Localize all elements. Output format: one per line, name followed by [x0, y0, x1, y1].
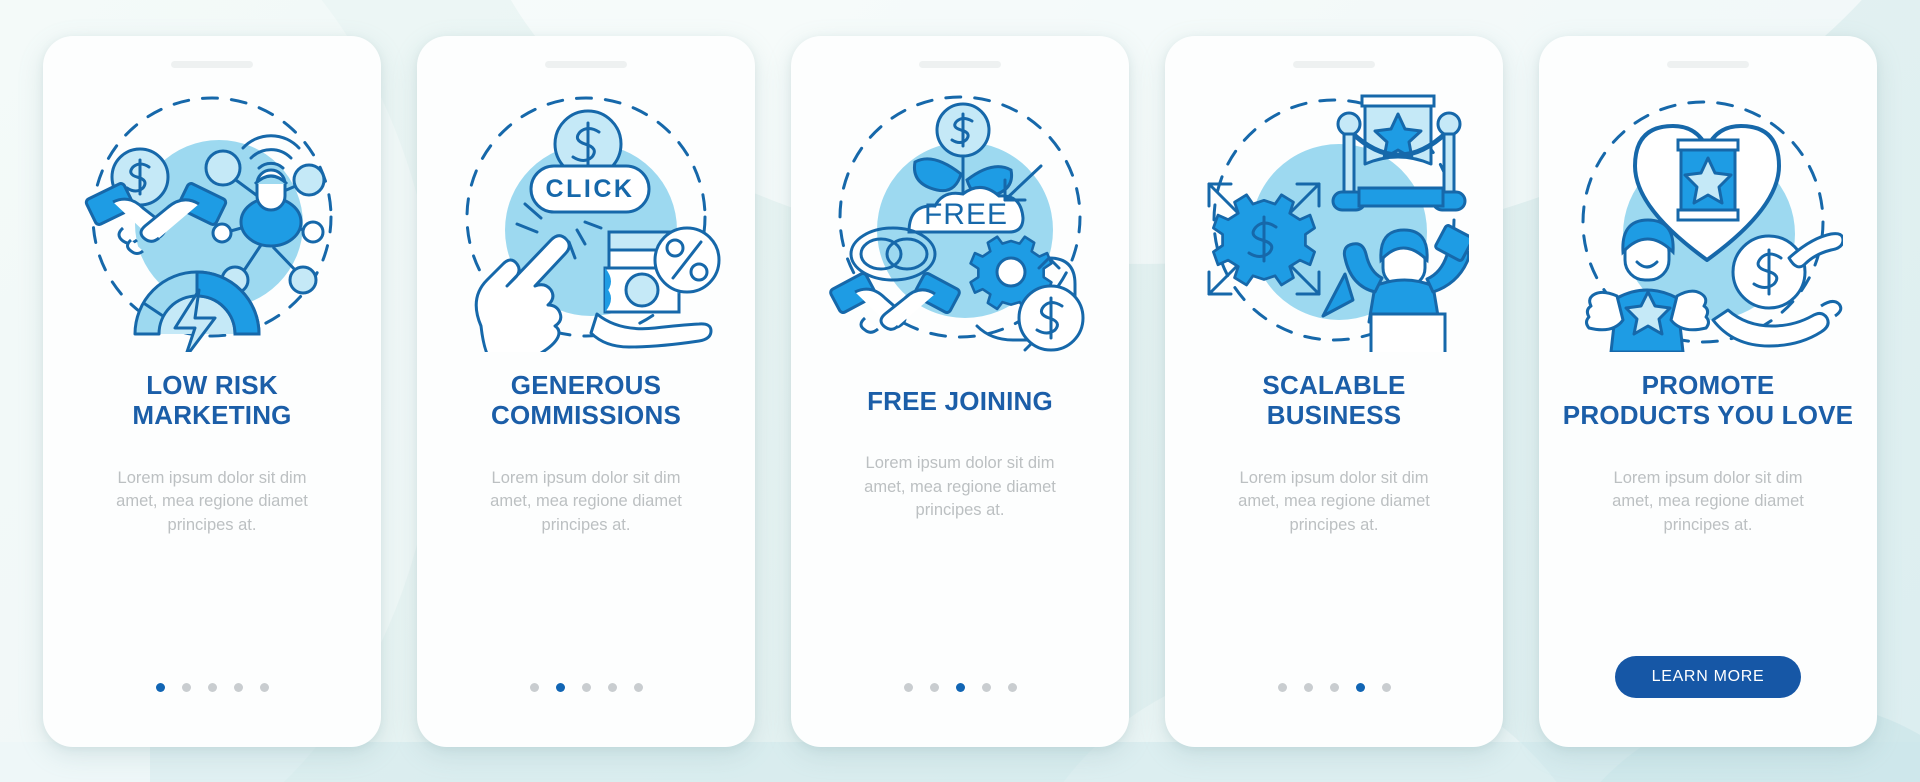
- pagination-dots[interactable]: [1277, 682, 1391, 692]
- card-title-line: MARKETING: [132, 400, 292, 431]
- pagination-dot-1[interactable]: [903, 682, 913, 692]
- illustration-click-label: CLICK: [546, 175, 635, 203]
- card-title: LOW RISK MARKETING: [62, 370, 362, 431]
- onboarding-card-row: LOW RISK MARKETING Lorem ipsum dolor sit…: [0, 0, 1920, 782]
- pagination-dot-3[interactable]: [1329, 682, 1339, 692]
- pagination-dot-5[interactable]: [633, 682, 643, 692]
- card-title-line: SCALABLE: [1262, 369, 1406, 400]
- pagination-dot-3[interactable]: [955, 682, 965, 692]
- pagination-dot-1[interactable]: [529, 682, 539, 692]
- card-title-line: COMMISSIONS: [491, 400, 681, 431]
- pagination-dot-5[interactable]: [1007, 682, 1017, 692]
- gear-arrows-vip-rope-person-icon: [1199, 82, 1469, 352]
- heart-product-person-coin-hand-icon: [1573, 82, 1843, 352]
- card-title: PROMOTE PRODUCTS YOU LOVE: [1558, 370, 1858, 431]
- card-title-line: BUSINESS: [1266, 400, 1402, 431]
- card-description: Lorem ipsum dolor sit dim amet, mea regi…: [1238, 468, 1430, 534]
- pagination-dot-2[interactable]: [929, 682, 939, 692]
- phone-speaker-notch: [171, 60, 253, 68]
- card-description: Lorem ipsum dolor sit dim amet, mea regi…: [1612, 468, 1804, 534]
- onboarding-card-promote-products-you-love[interactable]: PROMOTE PRODUCTS YOU LOVE Lorem ipsum do…: [1539, 35, 1877, 747]
- click-button-cash-percent-icon: CLICK: [451, 82, 721, 352]
- phone-speaker-notch: [919, 60, 1001, 68]
- pagination-dot-3[interactable]: [207, 682, 217, 692]
- pagination-dots[interactable]: [903, 682, 1017, 692]
- pagination-dot-1[interactable]: [155, 682, 165, 692]
- pagination-dot-4[interactable]: [981, 682, 991, 692]
- pagination-dot-4[interactable]: [607, 682, 617, 692]
- illustration-free-label: FREE: [924, 198, 1008, 231]
- onboarding-screens-page: LOW RISK MARKETING Lorem ipsum dolor sit…: [0, 0, 1920, 782]
- pagination-dot-4[interactable]: [1355, 682, 1365, 692]
- pagination-dot-1[interactable]: [1277, 682, 1287, 692]
- card-title-line: PRODUCTS YOU LOVE: [1562, 400, 1854, 431]
- phone-speaker-notch: [545, 60, 627, 68]
- card-title: FREE JOINING: [810, 386, 1110, 417]
- card-title: GENEROUS COMMISSIONS: [436, 370, 736, 431]
- card-title-line: LOW RISK: [146, 369, 278, 400]
- pagination-dot-4[interactable]: [233, 682, 243, 692]
- card-title-line: GENEROUS: [510, 369, 662, 400]
- pagination-dots[interactable]: [155, 682, 269, 692]
- onboarding-card-free-joining[interactable]: FREE FREE JOINING Lorem ipsum dolor sit …: [791, 35, 1129, 747]
- card-title: SCALABLE BUSINESS: [1184, 370, 1484, 431]
- handshake-network-speedometer-icon: [77, 82, 347, 352]
- pagination-dot-2[interactable]: [555, 682, 565, 692]
- pagination-dot-2[interactable]: [1303, 682, 1313, 692]
- onboarding-card-generous-commissions[interactable]: CLICK GENEROUS COMMISSIONS Lorem ipsum d…: [417, 35, 755, 747]
- card-title-line: FREE JOINING: [867, 385, 1053, 416]
- phone-speaker-notch: [1667, 60, 1749, 68]
- onboarding-card-scalable-business[interactable]: SCALABLE BUSINESS Lorem ipsum dolor sit …: [1165, 35, 1503, 747]
- learn-more-button[interactable]: LEARN MORE: [1615, 655, 1801, 698]
- card-description: Lorem ipsum dolor sit dim amet, mea regi…: [116, 468, 308, 534]
- card-description: Lorem ipsum dolor sit dim amet, mea regi…: [490, 468, 682, 534]
- onboarding-card-low-risk-marketing[interactable]: LOW RISK MARKETING Lorem ipsum dolor sit…: [43, 35, 381, 747]
- card-title-line: PROMOTE: [1641, 369, 1775, 400]
- pagination-dot-5[interactable]: [1381, 682, 1391, 692]
- card-description: Lorem ipsum dolor sit dim amet, mea regi…: [864, 454, 1056, 520]
- free-plant-handshake-gear-icon: FREE: [825, 82, 1095, 352]
- pagination-dot-5[interactable]: [259, 682, 269, 692]
- pagination-dots[interactable]: [529, 682, 643, 692]
- pagination-dot-2[interactable]: [181, 682, 191, 692]
- pagination-dot-3[interactable]: [581, 682, 591, 692]
- phone-speaker-notch: [1293, 60, 1375, 68]
